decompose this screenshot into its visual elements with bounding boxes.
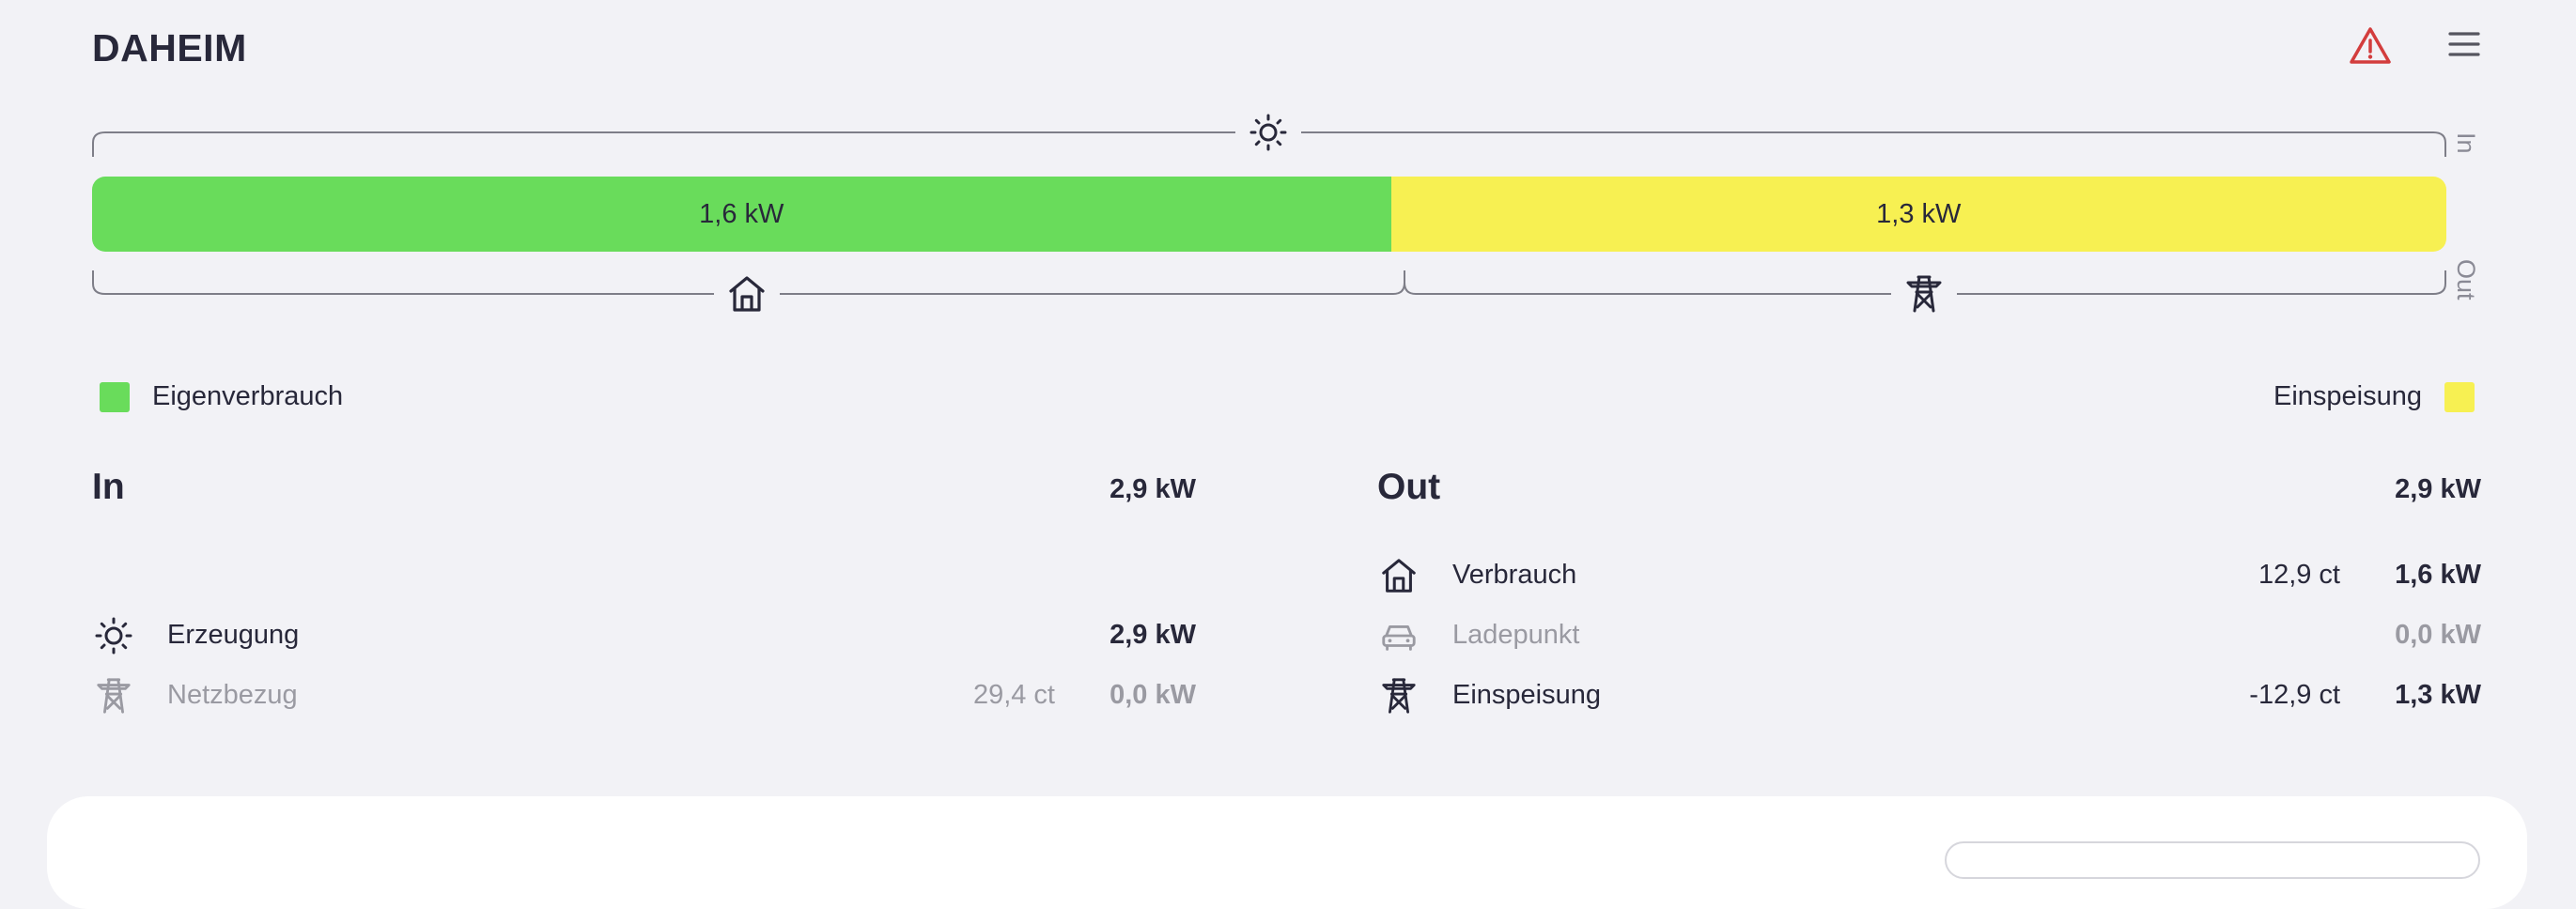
hamburger-menu-icon[interactable]	[2447, 28, 2481, 60]
sun-icon	[95, 617, 132, 655]
home-icon	[729, 276, 765, 312]
in-section-title: In	[92, 467, 125, 507]
legend-swatch-self-consumption	[100, 382, 130, 412]
car-icon	[1382, 625, 1416, 651]
bar-side-label-in: In	[2452, 132, 2480, 154]
in-total: 2,9 kW	[1110, 474, 1196, 504]
home-icon	[1382, 559, 1416, 593]
bottom-card-control[interactable]	[1945, 841, 2480, 879]
power-tower-icon	[1906, 275, 1942, 313]
bar-home-icon-wrap	[714, 270, 780, 317]
bar-sun-icon-wrap	[1235, 109, 1301, 156]
out-total: 2,9 kW	[2395, 474, 2481, 504]
out-row-price-consumption: 12,9 ct	[2258, 560, 2340, 590]
power-tower-icon	[97, 678, 131, 714]
power-tower-icon	[1382, 678, 1416, 714]
out-row-power-consumption: 1,6 kW	[2395, 560, 2481, 590]
bar-tower-icon-wrap	[1891, 270, 1957, 317]
legend-label-self-consumption: Eigenverbrauch	[152, 381, 344, 411]
legend-swatch-feed-in	[2444, 382, 2475, 412]
out-row-power-feed-in: 1,3 kW	[2395, 680, 2481, 710]
bar-side-label-out: Out	[2452, 259, 2480, 300]
legend-label-feed-in: Einspeisung	[2273, 381, 2422, 411]
out-row-label-charging-point: Ladepunkt	[1452, 620, 1580, 650]
in-row-label-grid: Netzbezug	[167, 680, 298, 710]
out-section-title: Out	[1377, 467, 1441, 507]
bar-segment-feed-in: 1,3 kW	[1390, 177, 2446, 252]
in-row-power-generation: 2,9 kW	[1110, 620, 1196, 650]
out-row-label-consumption: Verbrauch	[1452, 560, 1577, 590]
energy-bar: 1,6 kW 1,3 kW	[92, 177, 2446, 252]
sun-icon	[1249, 114, 1287, 151]
in-row-price-grid: 29,4 ct	[972, 680, 1055, 710]
page-title: DAHEIM	[92, 26, 247, 69]
out-row-price-feed-in: -12,9 ct	[2249, 680, 2340, 710]
in-row-power-grid: 0,0 kW	[1110, 680, 1196, 710]
out-row-power-charging-point: 0,0 kW	[2395, 620, 2481, 650]
warning-triangle-icon[interactable]	[2349, 26, 2392, 66]
out-row-label-feed-in: Einspeisung	[1452, 680, 1601, 710]
bar-segment-self-consumption: 1,6 kW	[92, 177, 1391, 252]
in-row-label-generation: Erzeugung	[167, 620, 300, 650]
